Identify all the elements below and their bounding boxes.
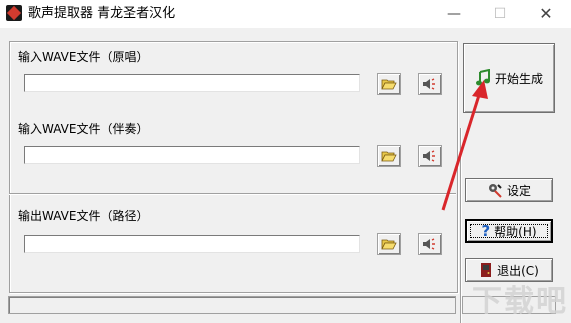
app-icon <box>6 5 22 21</box>
output-play-button[interactable] <box>418 233 442 255</box>
maximize-button[interactable]: ☐ <box>477 0 523 28</box>
start-generate-label: 开始生成 <box>494 71 543 86</box>
status-bar <box>8 296 456 314</box>
folder-open-icon <box>381 239 397 250</box>
section-divider <box>9 193 456 195</box>
speaker-icon <box>423 78 435 90</box>
accompaniment-play-button[interactable] <box>418 145 442 167</box>
original-browse-button[interactable] <box>377 73 401 95</box>
accompaniment-wave-input[interactable] <box>25 147 359 163</box>
right-divider <box>460 128 462 323</box>
window-title: 歌声提取器 青龙圣者汉化 <box>28 6 176 21</box>
minimize-button[interactable]: — <box>431 0 477 28</box>
output-browse-button[interactable] <box>377 233 401 255</box>
settings-tools-icon <box>487 182 503 198</box>
main-panel: 输入WAVE文件（原唱） 输入WAVE文件（伴奏） 输出WAVE文件（路径） 开… <box>0 28 571 323</box>
output-wave-field[interactable] <box>24 235 360 253</box>
original-wave-input[interactable] <box>25 75 359 91</box>
settings-button[interactable]: 设定 <box>465 178 553 202</box>
original-wave-label: 输入WAVE文件（原唱） <box>18 50 149 64</box>
accompaniment-browse-button[interactable] <box>377 145 401 167</box>
folder-open-icon <box>381 79 397 90</box>
music-note-icon <box>475 69 491 87</box>
accompaniment-wave-label: 输入WAVE文件（伴奏） <box>18 122 149 136</box>
original-play-button[interactable] <box>418 73 442 95</box>
speaker-icon <box>423 150 435 162</box>
focus-rectangle <box>470 224 548 238</box>
settings-label: 设定 <box>506 183 531 198</box>
close-button[interactable]: ✕ <box>523 0 569 28</box>
accompaniment-wave-field[interactable] <box>24 146 360 164</box>
watermark-text: 下载吧 <box>472 284 568 319</box>
title-bar: 歌声提取器 青龙圣者汉化 — ☐ ✕ <box>0 0 571 28</box>
speaker-icon <box>423 238 435 250</box>
output-wave-label: 输出WAVE文件（路径） <box>18 209 149 223</box>
start-generate-button[interactable]: 开始生成 <box>463 43 555 113</box>
original-wave-field[interactable] <box>24 74 360 92</box>
folder-open-icon <box>381 151 397 162</box>
output-wave-input[interactable] <box>25 236 359 252</box>
help-button[interactable]: ? 帮助(H) <box>465 219 553 243</box>
